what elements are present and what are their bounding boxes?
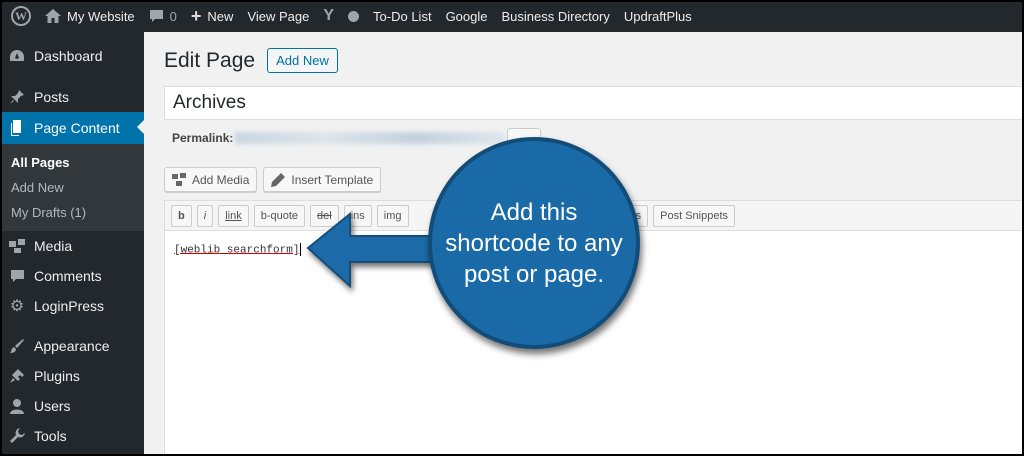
- admin-sidebar: Dashboard Posts Page Content All Pages A…: [0, 32, 144, 456]
- quicktag-link[interactable]: link: [218, 204, 249, 227]
- quicktag-bold[interactable]: b: [171, 204, 192, 227]
- comment-icon: [8, 269, 26, 283]
- business-directory-link[interactable]: Business Directory: [494, 0, 616, 32]
- sidebar-item-comments[interactable]: Comments: [0, 261, 144, 291]
- text-cursor: [300, 243, 302, 256]
- sidebar-item-label: Users: [34, 398, 71, 414]
- sidebar-item-appearance[interactable]: Appearance: [0, 331, 144, 361]
- media-icon: [172, 173, 186, 186]
- gear-icon: ⚙: [9, 298, 25, 315]
- status-dot-icon: [348, 10, 360, 22]
- wordpress-logo-icon: W: [11, 6, 31, 26]
- new-label: New: [207, 8, 234, 24]
- permalink-url[interactable]: [235, 132, 506, 144]
- user-icon: [8, 398, 26, 414]
- status-dot-button[interactable]: [341, 0, 366, 32]
- permalink-label: Permalink:: [172, 131, 234, 145]
- sidebar-item-label: LoginPress: [34, 298, 105, 314]
- add-media-button[interactable]: Add Media: [164, 167, 258, 192]
- media-buttons: Add Media Insert Template: [164, 167, 382, 192]
- sidebar-item-label: Appearance: [34, 338, 110, 354]
- insert-template-button[interactable]: Insert Template: [263, 167, 382, 192]
- sidebar-item-tools[interactable]: Tools: [0, 421, 144, 451]
- quicktag-blockquote[interactable]: b-quote: [253, 204, 306, 227]
- todo-list-label: To-Do List: [373, 8, 432, 24]
- media-icon: [8, 239, 26, 253]
- insert-template-label: Insert Template: [291, 172, 374, 187]
- updraftplus-link[interactable]: UpdraftPlus: [617, 0, 699, 32]
- quicktag-italic[interactable]: i: [196, 204, 214, 227]
- sidebar-item-page-content[interactable]: Page Content: [0, 112, 144, 144]
- google-label: Google: [445, 8, 488, 24]
- plus-icon: +: [190, 5, 202, 26]
- permalink-row: Permalink:: [172, 128, 542, 148]
- callout-bubble: Add this shortcode to any post or page.: [428, 137, 640, 349]
- sidebar-item-posts[interactable]: Posts: [0, 82, 144, 112]
- shortcode-text: [weblib_searchform]: [174, 244, 300, 257]
- google-link[interactable]: Google: [439, 0, 495, 32]
- wrench-icon: [8, 428, 26, 444]
- yoast-seo-button[interactable]: Y: [316, 0, 341, 32]
- business-directory-label: Business Directory: [501, 8, 610, 24]
- sidebar-item-label: Media: [34, 238, 73, 254]
- sidebar-item-label: Tools: [34, 428, 67, 444]
- site-name-label: My Website: [67, 8, 135, 24]
- comments-link[interactable]: 0: [142, 0, 184, 32]
- callout-text: Add this shortcode to any post or page.: [445, 198, 623, 288]
- callout-arrow: [306, 211, 441, 289]
- site-name-link[interactable]: My Website: [38, 0, 142, 32]
- add-media-label: Add Media: [192, 172, 250, 187]
- submenu-my-drafts[interactable]: My Drafts (1): [0, 200, 144, 225]
- post-title-input[interactable]: Archives: [164, 86, 1024, 120]
- sidebar-item-label: Dashboard: [34, 48, 103, 64]
- comments-count: 0: [169, 8, 177, 24]
- home-icon: [45, 9, 61, 23]
- sidebar-item-label: Comments: [34, 268, 102, 284]
- page-title: Edit Page: [164, 48, 256, 72]
- todo-list-link[interactable]: To-Do List: [366, 0, 439, 32]
- pages-submenu: All Pages Add New My Drafts (1): [0, 144, 144, 231]
- new-content-button[interactable]: + New: [184, 0, 241, 32]
- sidebar-item-loginpress[interactable]: ⚙ LoginPress: [0, 291, 144, 321]
- sidebar-item-media[interactable]: Media: [0, 231, 144, 261]
- submenu-all-pages[interactable]: All Pages: [0, 150, 144, 175]
- view-page-link[interactable]: View Page: [240, 0, 316, 32]
- add-new-button[interactable]: Add New: [267, 48, 338, 73]
- dashboard-icon: [8, 49, 26, 63]
- submenu-add-new[interactable]: Add New: [0, 175, 144, 200]
- brush-icon: [8, 338, 26, 354]
- yoast-icon: Y: [323, 7, 335, 24]
- sidebar-item-users[interactable]: Users: [0, 391, 144, 421]
- admin-bar: W My Website 0 + New View Page Y To-Do L…: [0, 0, 1024, 32]
- post-snippets-button[interactable]: Post Snippets: [653, 204, 735, 227]
- sidebar-item-plugins[interactable]: Plugins: [0, 361, 144, 391]
- pin-icon: [8, 89, 26, 105]
- sidebar-item-label: Posts: [34, 89, 70, 105]
- updraftplus-label: UpdraftPlus: [623, 8, 692, 24]
- wordpress-logo-button[interactable]: W: [0, 0, 38, 32]
- view-page-label: View Page: [247, 8, 310, 24]
- sidebar-item-label: Page Content: [34, 120, 120, 136]
- pencil-icon: [271, 172, 286, 187]
- sidebar-item-label: Plugins: [34, 368, 80, 384]
- pages-icon: [8, 120, 26, 136]
- sidebar-item-dashboard[interactable]: Dashboard: [0, 42, 144, 70]
- plugin-icon: [8, 368, 26, 384]
- page-heading-row: Edit Page Add New: [164, 48, 338, 73]
- comment-icon: [149, 9, 164, 23]
